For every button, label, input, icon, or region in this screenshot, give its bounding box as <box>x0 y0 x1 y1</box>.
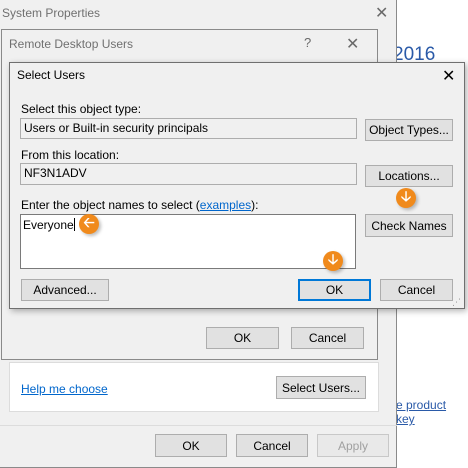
object-type-field: Users or Built-in security principals <box>20 118 357 139</box>
select-users-title: Select Users <box>17 68 86 82</box>
help-me-choose-link[interactable]: Help me choose <box>21 382 108 396</box>
object-names-label-suffix: ): <box>251 198 259 212</box>
down-arrow-marker-ok: 🡣 <box>323 251 343 271</box>
system-properties-close-icon[interactable]: ✕ <box>375 3 388 23</box>
remote-desktop-users-title: Remote Desktop Users <box>9 37 134 51</box>
location-field: NF3N1ADV <box>20 163 357 185</box>
system-properties-title: System Properties <box>2 6 101 20</box>
check-names-button[interactable]: Check Names <box>365 214 453 237</box>
object-names-label: Enter the object names to select (exampl… <box>21 198 258 212</box>
advanced-button[interactable]: Advanced... <box>21 279 109 301</box>
remote-desktop-help-icon[interactable]: ? <box>304 35 311 50</box>
select-users-button[interactable]: Select Users... <box>276 376 366 399</box>
remote-desktop-close-icon[interactable]: ✕ <box>346 34 359 54</box>
divider <box>0 425 397 426</box>
left-arrow-marker-input: 🡠 <box>79 214 99 234</box>
cancel-button[interactable]: Cancel <box>380 279 453 301</box>
remote-cancel-button[interactable]: Cancel <box>291 327 364 349</box>
examples-link[interactable]: examples <box>200 198 251 212</box>
text-cursor <box>73 218 75 231</box>
object-types-button[interactable]: Object Types... <box>365 119 453 141</box>
background-product-key-link[interactable]: e product key <box>396 398 468 426</box>
object-names-value: Everyone <box>23 218 74 232</box>
object-names-label-prefix: Enter the object names to select ( <box>21 198 200 212</box>
select-users-close-icon[interactable]: ✕ <box>442 66 455 86</box>
down-arrow-marker-locations: 🡣 <box>396 188 416 208</box>
locations-button[interactable]: Locations... <box>365 165 453 187</box>
system-cancel-button[interactable]: Cancel <box>236 434 308 457</box>
resize-grip-icon[interactable]: ⋰ <box>452 297 461 308</box>
ok-button[interactable]: OK <box>298 279 371 301</box>
remote-ok-button[interactable]: OK <box>206 327 279 349</box>
object-type-label: Select this object type: <box>21 102 142 116</box>
system-apply-button[interactable]: Apply <box>317 434 389 457</box>
location-label: From this location: <box>21 148 120 162</box>
system-ok-button[interactable]: OK <box>155 434 227 457</box>
object-names-input[interactable]: Everyone <box>20 214 356 269</box>
